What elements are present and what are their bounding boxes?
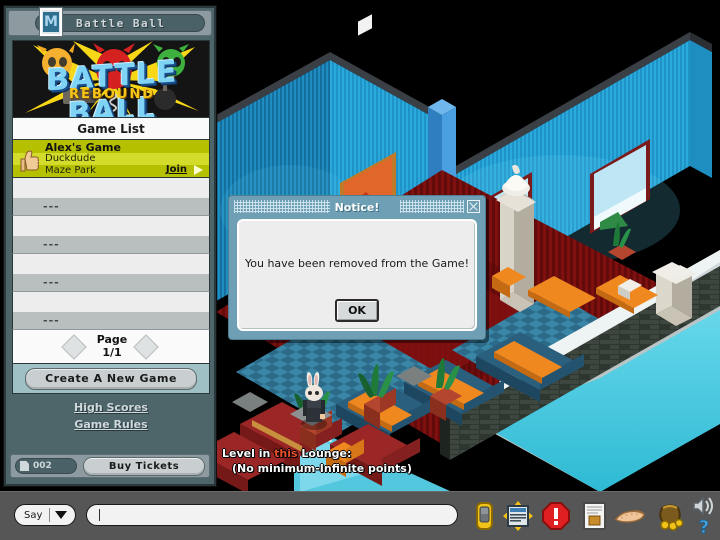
game-list-row-empty[interactable]: --- (12, 254, 210, 292)
divider (49, 508, 50, 522)
join-button[interactable]: Join (166, 164, 187, 175)
page-indicator: Page 1/1 (13, 333, 211, 359)
ticket-counter: 002 (15, 458, 77, 474)
badge-letter: M (43, 12, 59, 32)
empty-row-label: --- (13, 198, 209, 215)
right-arrow-icon (133, 334, 159, 360)
close-icon[interactable] (467, 200, 480, 213)
create-game-bar: Create A New Game (12, 364, 210, 394)
empty-row-label: --- (13, 274, 209, 291)
thumbs-up-icon (20, 150, 39, 172)
hand-icon[interactable] (614, 500, 646, 532)
coin-purse-icon[interactable] (654, 500, 686, 532)
notice-dialog[interactable]: Notice! You have been removed from the G… (228, 195, 486, 340)
game-client: M Battle Ball BATTLE BALL REBOUND Game L… (0, 0, 720, 540)
empty-row-label: --- (13, 236, 209, 253)
next-page-button[interactable] (133, 334, 159, 360)
join-arrow-icon[interactable] (194, 165, 203, 175)
battleball-panel[interactable]: M Battle Ball BATTLE BALL REBOUND Game L… (4, 6, 216, 486)
chat-mode-label: Say (24, 509, 43, 521)
game-map: Maze Park (45, 165, 96, 176)
battleball-logo-icon: M (40, 8, 62, 36)
panel-body: BATTLE BALL REBOUND Game List Alex's Gam… (12, 40, 210, 435)
game-list-row-empty[interactable]: --- (12, 178, 210, 216)
dialog-body: You have been removed from the Game! OK (237, 219, 477, 331)
high-scores-link[interactable]: High Scores (12, 401, 210, 414)
ticket-count-value: 002 (33, 461, 52, 471)
pagination: Page 1/1 (12, 330, 210, 364)
question-mark-icon[interactable]: ? (694, 516, 714, 539)
chat-input[interactable] (86, 504, 458, 526)
game-list-row-empty[interactable]: --- (12, 216, 210, 254)
create-new-game-button[interactable]: Create A New Game (25, 367, 197, 390)
speaker-icon[interactable] (692, 496, 714, 516)
panel-titlebar: M Battle Ball (8, 8, 212, 36)
game-list-header: Game List (12, 118, 210, 140)
bottom-toolbar: Say ? (0, 491, 720, 540)
mobile-phone-icon[interactable] (468, 500, 500, 532)
dialog-titlebar: Notice! (232, 199, 482, 216)
game-list-row-selected[interactable]: Alex's Game Duckdude Maze Park Join (12, 140, 210, 178)
chevron-down-icon (55, 511, 67, 519)
dialog-message: You have been removed from the Game! (245, 257, 469, 270)
navigator-window-icon[interactable] (502, 500, 534, 532)
banner-subtitle: REBOUND (68, 87, 156, 102)
ticket-icon (20, 461, 29, 471)
panel-links: High Scores Game Rules (12, 394, 210, 431)
svg-text:?: ? (699, 517, 709, 538)
tickets-bar: 002 Buy Tickets (10, 454, 210, 478)
battleball-banner: BATTLE BALL REBOUND (12, 40, 210, 118)
dialog-title: Notice! (334, 201, 380, 214)
page-value: 1/1 (102, 346, 122, 359)
game-owner: Duckdude (45, 153, 96, 164)
game-rules-link[interactable]: Game Rules (12, 418, 210, 431)
text-cursor (99, 509, 100, 521)
page-label: Page (96, 333, 128, 346)
empty-row-label: --- (13, 312, 209, 329)
alert-octagon-icon[interactable] (540, 500, 572, 532)
game-list-row-empty[interactable]: --- (12, 292, 210, 330)
buy-tickets-button[interactable]: Buy Tickets (83, 456, 205, 476)
chat-mode-select[interactable]: Say (14, 504, 76, 526)
catalogue-book-icon[interactable] (578, 500, 610, 532)
ok-button[interactable]: OK (335, 299, 379, 322)
